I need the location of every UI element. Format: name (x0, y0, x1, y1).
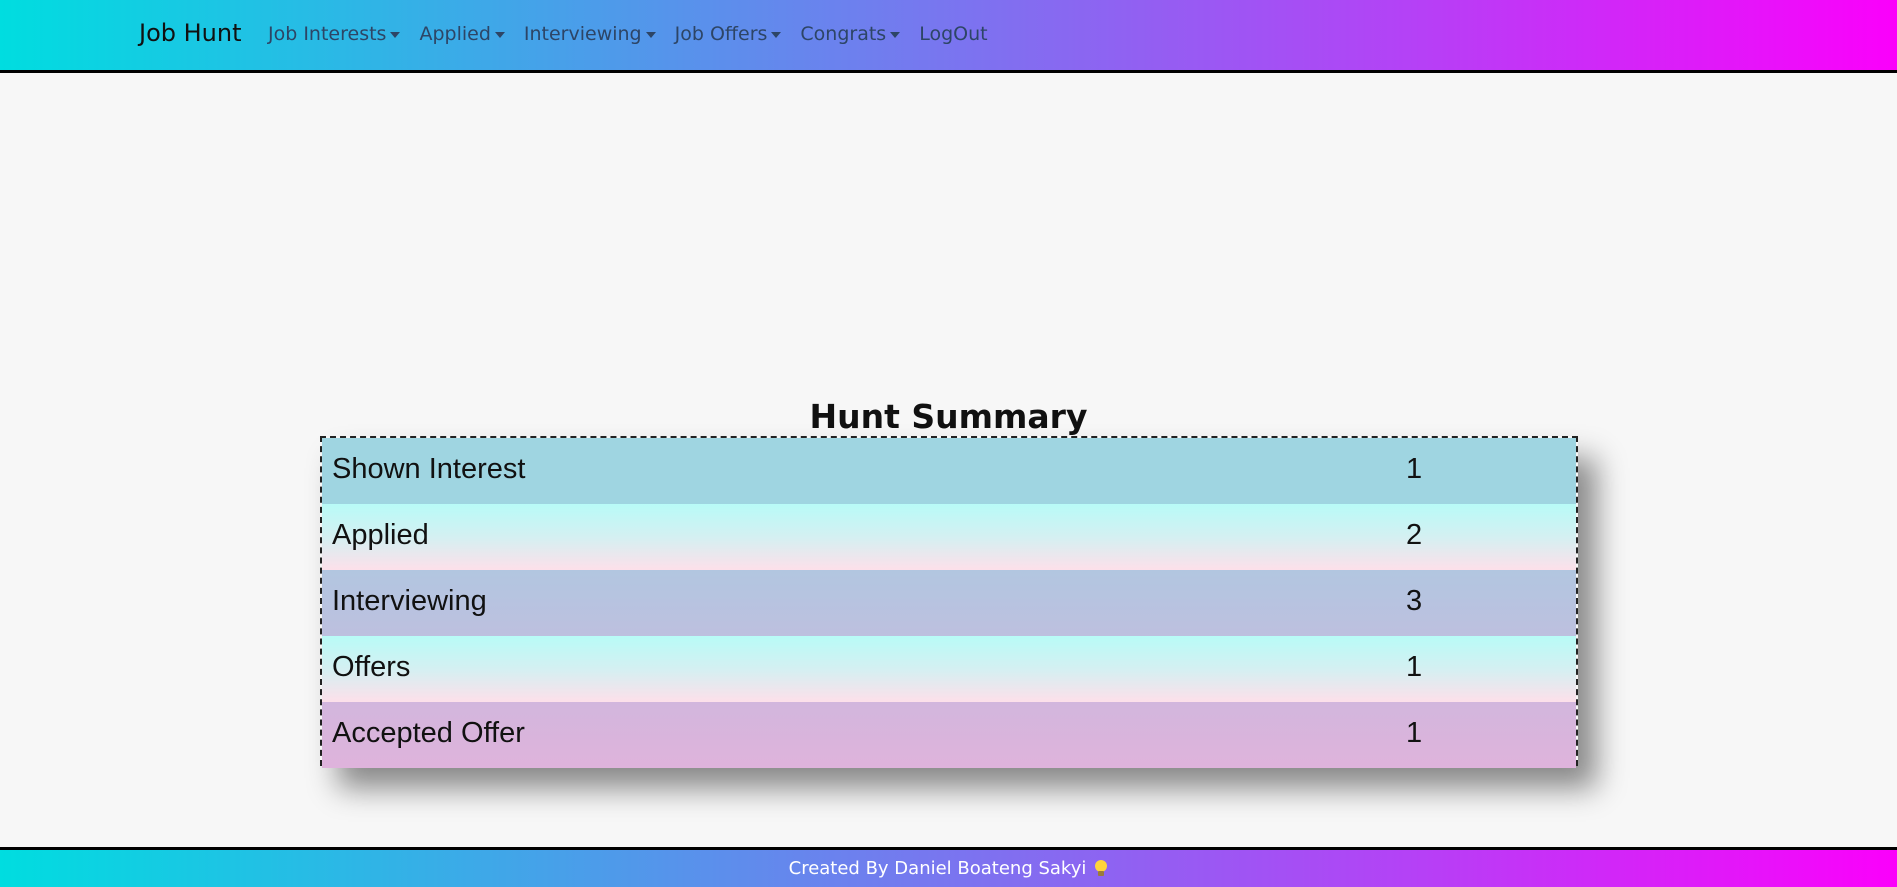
table-row: Interviewing 3 (322, 570, 1576, 636)
row-count: 3 (1406, 585, 1423, 617)
nav-item-label: Job Interests (268, 23, 387, 45)
nav-applied-dropdown[interactable]: Applied (419, 23, 505, 45)
row-label: Accepted Offer (332, 717, 525, 749)
nav-congrats-dropdown[interactable]: Congrats (800, 23, 901, 45)
row-count: 1 (1406, 717, 1423, 749)
row-label: Shown Interest (332, 453, 526, 485)
top-navbar: Job Hunt Job Interests Applied Interview… (0, 0, 1897, 73)
brand-link[interactable]: Job Hunt (139, 19, 242, 47)
hunt-summary-table: Shown Interest 1 Applied 2 Interviewing … (320, 436, 1578, 768)
table-row: Accepted Offer 1 (322, 702, 1576, 768)
row-count: 2 (1406, 519, 1423, 551)
page-title: Hunt Summary (809, 397, 1088, 437)
row-label: Interviewing (332, 585, 487, 617)
nav-menu: Job Interests Applied Interviewing Job O… (268, 23, 1007, 45)
caret-down-icon (771, 32, 782, 38)
lightbulb-icon (1094, 860, 1108, 876)
caret-down-icon (494, 32, 505, 38)
page-footer: Created By Daniel Boateng Sakyi (0, 847, 1897, 887)
caret-down-icon (390, 32, 401, 38)
table-row: Shown Interest 1 (322, 438, 1576, 504)
table-row: Offers 1 (322, 636, 1576, 702)
nav-item-label: Job Offers (674, 23, 768, 45)
row-label: Applied (332, 519, 429, 551)
nav-item-label: Applied (419, 23, 491, 45)
nav-item-label: Congrats (800, 23, 887, 45)
caret-down-icon (645, 32, 656, 38)
table-row: Applied 2 (322, 504, 1576, 570)
caret-down-icon (890, 32, 901, 38)
footer-credit-text: Created By Daniel Boateng Sakyi (788, 858, 1087, 879)
footer-credit: Created By Daniel Boateng Sakyi (789, 858, 1109, 879)
nav-job-offers-dropdown[interactable]: Job Offers (675, 23, 782, 45)
row-count: 1 (1406, 651, 1423, 683)
row-label: Offers (332, 651, 411, 683)
nav-item-label: LogOut (919, 23, 988, 45)
nav-interviewing-dropdown[interactable]: Interviewing (524, 23, 656, 45)
nav-logout-link[interactable]: LogOut (919, 23, 987, 45)
row-count: 1 (1406, 453, 1423, 485)
nav-job-interests-dropdown[interactable]: Job Interests (268, 23, 401, 45)
nav-item-label: Interviewing (523, 23, 642, 45)
